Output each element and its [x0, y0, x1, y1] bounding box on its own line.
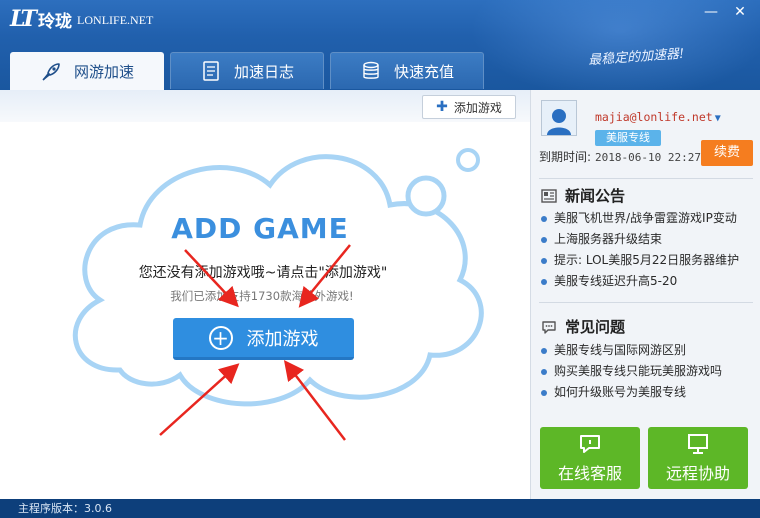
chevron-down-icon[interactable]: ▼ [715, 113, 721, 124]
minimize-button[interactable]: — [698, 0, 724, 26]
faq-list: 美服专线与国际网游区别 购买美服专线只能玩美服游戏吗 如何升级账号为美服专线 [541, 340, 722, 403]
user-email[interactable]: majia@lonlife.net ▼ [595, 110, 721, 124]
supported-games-note: 我们已添加支持1730款海外外游戏! [170, 289, 354, 303]
news-item[interactable]: 上海服务器升级结束 [541, 229, 739, 250]
version-text: 主程序版本：3.0.6 [18, 502, 112, 515]
news-list: 美服飞机世界/战争雷霆游戏IP变动 上海服务器升级结束 提示: LOL美服5月2… [541, 208, 739, 292]
divider [539, 178, 753, 179]
faq-item-text: 美服专线与国际网游区别 [554, 343, 687, 357]
add-game-headline: ADD GAME [171, 212, 349, 245]
news-section-title: 新闻公告 [541, 185, 625, 206]
faq-item-text: 如何升级账号为美服专线 [554, 385, 687, 399]
news-title: 新闻公告 [565, 187, 626, 205]
bullet [541, 236, 547, 243]
online-service-button[interactable]: 在线客服 [540, 427, 640, 489]
add-game-button[interactable]: + 添加游戏 [173, 318, 354, 360]
email-text: majia@lonlife.net [595, 110, 713, 124]
news-item-text: 美服飞机世界/战争雷霆游戏IP变动 [554, 211, 737, 225]
remote-assist-label: 远程协助 [665, 464, 730, 483]
bullet [541, 278, 547, 285]
chat-bubble-icon [541, 319, 557, 335]
newspaper-icon [541, 188, 557, 204]
empty-message: 您还没有添加游戏哦~请点击"添加游戏" [138, 265, 388, 281]
bullet [541, 389, 547, 396]
plus-circle-icon: + [208, 325, 233, 350]
news-item-text: 美服专线延迟升高5-20 [554, 274, 678, 288]
cloud-illustration [72, 148, 484, 407]
monitor-icon [686, 432, 710, 456]
expire-info: 到期时间: 2018-06-10 22:27 [539, 148, 701, 165]
faq-item-text: 购买美服专线只能玩美服游戏吗 [554, 364, 723, 378]
news-item-text: 上海服务器升级结束 [554, 232, 663, 246]
bullet [541, 368, 547, 375]
renew-button[interactable]: 续费 [701, 140, 753, 166]
user-silhouette-icon [547, 109, 571, 135]
news-item[interactable]: 美服飞机世界/战争雷霆游戏IP变动 [541, 208, 739, 229]
bullet [541, 347, 547, 354]
plan-badge: 美服专线 [595, 130, 661, 146]
add-game-button-label: 添加游戏 [246, 328, 319, 350]
online-service-label: 在线客服 [557, 464, 622, 483]
faq-item[interactable]: 购买美服专线只能玩美服游戏吗 [541, 361, 722, 382]
close-button[interactable]: ✕ [727, 0, 753, 26]
faq-title: 常见问题 [565, 318, 626, 336]
bullet [541, 257, 547, 264]
expire-label: 到期时间: [539, 150, 592, 164]
status-bar: 主程序版本：3.0.6 [0, 499, 760, 518]
faq-item[interactable]: 如何升级账号为美服专线 [541, 382, 722, 403]
news-item[interactable]: 美服专线延迟升高5-20 [541, 271, 739, 292]
news-item-text: 提示: LOL美服5月22日服务器维护 [554, 253, 740, 267]
sidebar: majia@lonlife.net ▼ 美服专线 到期时间: 2018-06-10 … [530, 90, 760, 499]
bullet [541, 215, 547, 222]
faq-section-title: 常见问题 [541, 316, 625, 337]
faq-item[interactable]: 美服专线与国际网游区别 [541, 340, 722, 361]
expire-value: 2018-06-10 22:27 [595, 151, 702, 164]
news-item[interactable]: 提示: LOL美服5月22日服务器维护 [541, 250, 739, 271]
chat-icon [578, 432, 602, 456]
remote-assist-button[interactable]: 远程协助 [648, 427, 748, 489]
avatar[interactable] [541, 100, 577, 136]
divider [539, 302, 753, 303]
